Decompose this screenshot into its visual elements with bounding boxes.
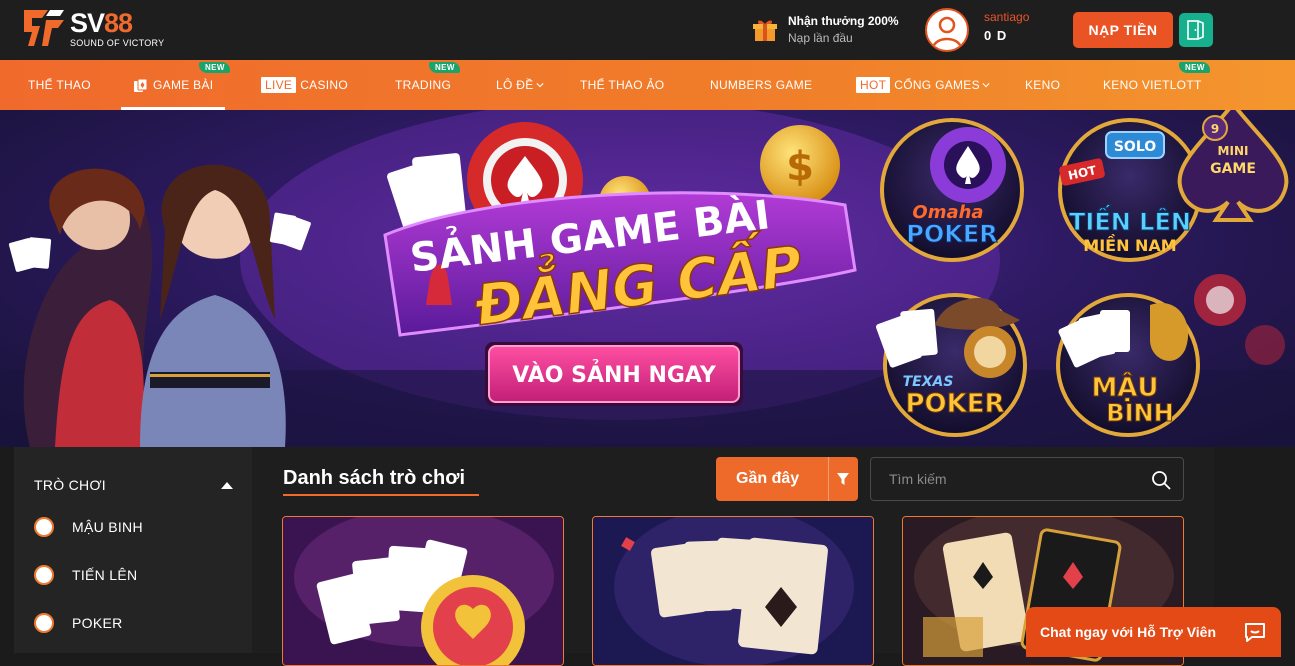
banner-cta-button[interactable]: VÀO SẢNH NGAY [512,360,717,388]
tile-mini-count: 9 [1211,122,1219,136]
nav-item-game-bai[interactable]: GAME BÀI NEW [120,60,230,110]
search-icon[interactable] [1151,470,1171,490]
radio-button[interactable] [34,565,54,585]
chevron-down-icon [535,83,544,88]
sort-dropdown[interactable]: Gần đây [716,457,858,501]
nav-item-the-thao-ao[interactable]: THỂ THAO ẢO [580,60,664,110]
nav-item-cong-games[interactable]: HOT CỔNG GAMES [856,60,990,110]
game-card-thumbnail [593,517,873,665]
search-input[interactable] [889,458,1139,500]
new-badge: NEW [1179,62,1210,73]
new-badge: NEW [429,62,460,73]
tile-texas-line2: POKER [905,389,1004,419]
chevron-down-icon [982,83,990,88]
nav-item-numbers-game[interactable]: NUMBERS GAME [710,60,812,110]
live-chat-widget[interactable]: Chat ngay với Hỗ Trợ Viên [1026,607,1281,657]
reward-title: Nhận thưởng 200% [788,14,899,28]
nav-item-lo-de[interactable]: LÔ ĐỀ [496,60,544,110]
radio-button[interactable] [34,613,54,633]
logout-icon [1187,20,1204,40]
game-card[interactable] [282,516,564,666]
hot-tag: HOT [856,77,891,93]
filter-label: TIẾN LÊN [72,567,138,583]
gift-icon [753,20,777,41]
banner-artwork: $ SẢNH GAME BÀI ĐẲNG CẤP VÀO SẢNH NGAY O… [0,110,1295,447]
main-nav: THỂ THAO GAME BÀI NEW LIVE CASINO TRADIN… [0,60,1295,110]
filter-icon [837,473,849,485]
collapse-caret-icon[interactable] [221,482,233,489]
title-underline [283,494,479,496]
logo-name: SV88 [70,7,133,38]
playing-card-icon [134,78,148,92]
filter-poker[interactable]: POKER [34,613,123,633]
filter-tien-len[interactable]: TIẾN LÊN [34,565,137,585]
tile-tienlen-line1: TIẾN LÊN [1069,203,1191,236]
tile-mini-line2: GAME [1210,161,1256,177]
game-filter-sidebar: TRÒ CHƠI MẬU BINH TIẾN LÊN POKER [14,447,252,653]
first-deposit-reward[interactable]: Nhận thưởng 200% Nạp lần đầu [752,14,899,45]
game-card-thumbnail [283,517,563,665]
logo-tagline: SOUND OF VICTORY [70,37,165,48]
chat-bubble-icon [1245,623,1265,642]
game-card[interactable] [592,516,874,666]
deposit-button[interactable]: NẠP TIỀN [1073,12,1173,48]
nav-item-keno-vietlott[interactable]: KENO VIETLOTT NEW [1103,60,1210,110]
logo-mark-icon [24,10,64,46]
username: santiago [984,10,1030,24]
logout-button[interactable] [1179,13,1213,47]
user-icon [931,16,963,49]
nav-item-the-thao[interactable]: THỂ THAO [28,60,91,110]
top-header: SV88 SOUND OF VICTORY Nhận thưởng 200% N… [0,0,1295,60]
tile-texas-line1: TEXAS [903,374,954,390]
new-badge: NEW [199,62,230,73]
nav-item-live-casino[interactable]: LIVE CASINO [261,60,348,110]
tile-mini-line1: MINI [1218,144,1249,158]
radio-button[interactable] [34,517,54,537]
brand-logo[interactable]: SV88 SOUND OF VICTORY [22,6,164,50]
svg-text:$: $ [786,144,814,190]
user-avatar[interactable] [925,8,969,52]
live-tag: LIVE [261,77,297,93]
tile-solo-label: SOLO [1114,139,1156,155]
nav-item-keno[interactable]: KENO [1025,60,1060,110]
chat-label: Chat ngay với Hỗ Trợ Viên [1040,624,1217,640]
hero-banner[interactable]: $ SẢNH GAME BÀI ĐẲNG CẤP VÀO SẢNH NGAY O… [0,110,1295,447]
tile-tienlen-line2: MIỀN NAM [1083,234,1176,255]
game-search[interactable] [870,457,1184,501]
tile-maubinh-line2: BINH [1106,399,1173,427]
sort-label: Gần đây [736,470,800,487]
tile-omaha-line2: POKER [906,220,997,248]
reward-subtitle: Nạp lần đầu [788,31,853,45]
nav-item-trading[interactable]: TRADING NEW [395,60,460,110]
filter-mau-binh[interactable]: MẬU BINH [34,517,143,537]
user-balance: 0 D [984,28,1008,43]
game-list-title: Danh sách trò chơi [283,467,466,489]
filter-label: MẬU BINH [72,519,143,535]
filter-label: POKER [72,615,123,631]
sidebar-title: TRÒ CHƠI [34,477,106,493]
